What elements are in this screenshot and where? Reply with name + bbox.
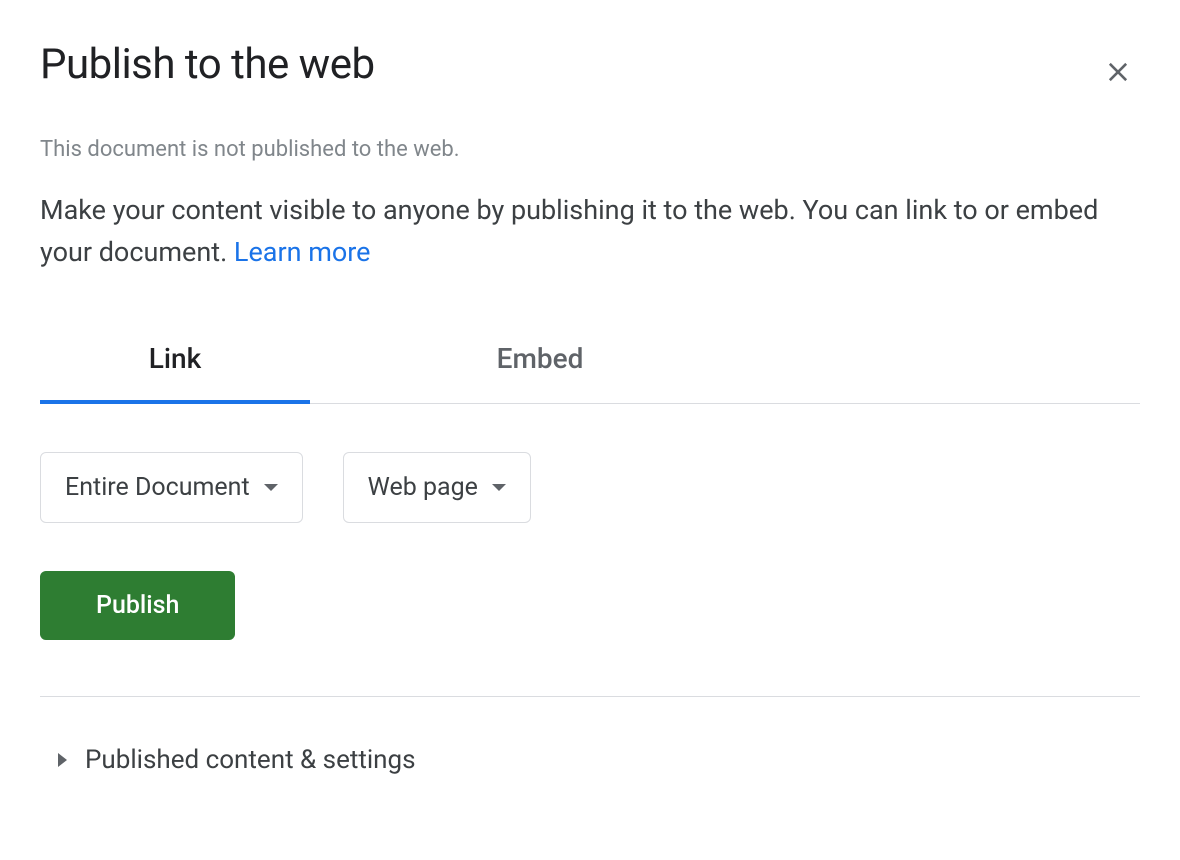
close-button[interactable] xyxy=(1096,50,1140,97)
dialog-title: Publish to the web xyxy=(40,40,375,89)
publish-dialog: Publish to the web This document is not … xyxy=(0,0,1180,783)
caret-down-icon xyxy=(492,484,506,491)
dialog-description: Make your content visible to anyone by p… xyxy=(40,190,1140,274)
publish-button[interactable]: Publish xyxy=(40,571,235,640)
format-dropdown-label: Web page xyxy=(368,473,478,502)
tabs-container: Link Embed xyxy=(40,314,1140,404)
scope-dropdown[interactable]: Entire Document xyxy=(40,452,303,523)
dialog-header: Publish to the web xyxy=(40,40,1140,97)
triangle-right-icon xyxy=(58,753,67,767)
close-icon xyxy=(1104,58,1132,89)
controls-row: Entire Document Web page xyxy=(40,452,1140,523)
tab-link[interactable]: Link xyxy=(40,314,310,403)
caret-down-icon xyxy=(264,484,278,491)
learn-more-link[interactable]: Learn more xyxy=(234,236,371,268)
divider xyxy=(40,696,1140,697)
publish-status: This document is not published to the we… xyxy=(40,137,1140,162)
scope-dropdown-label: Entire Document xyxy=(65,473,250,502)
published-settings-expander[interactable]: Published content & settings xyxy=(40,737,1140,783)
format-dropdown[interactable]: Web page xyxy=(343,452,531,523)
description-text: Make your content visible to anyone by p… xyxy=(40,194,1098,268)
expander-label: Published content & settings xyxy=(85,745,416,775)
tab-embed[interactable]: Embed xyxy=(310,314,770,403)
